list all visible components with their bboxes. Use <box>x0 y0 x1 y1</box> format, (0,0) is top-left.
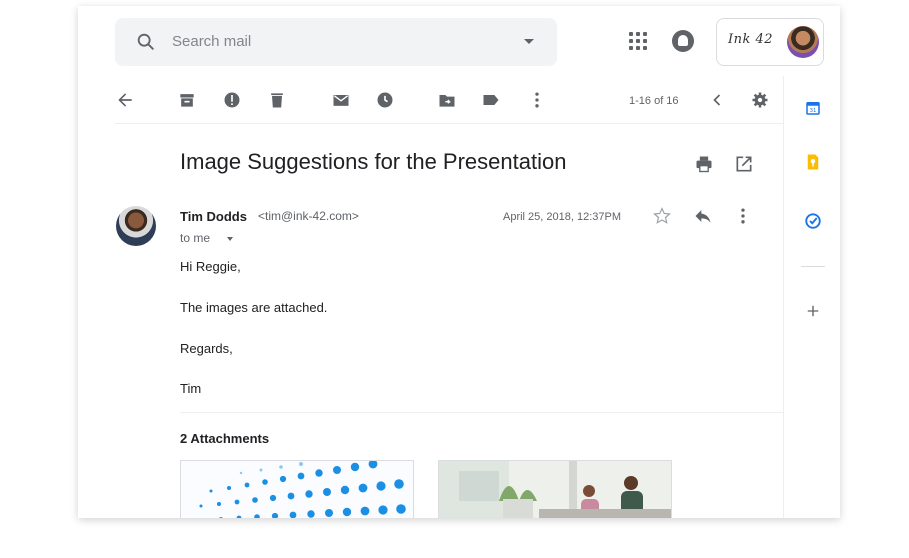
search-bar[interactable]: Search mail <box>115 18 557 66</box>
message-toolbar: 1-16 of 16 <box>115 76 783 124</box>
keep-icon[interactable] <box>804 153 822 171</box>
tasks-icon[interactable] <box>804 212 822 230</box>
user-avatar[interactable] <box>787 26 819 58</box>
email-subject: Image Suggestions for the Presentation <box>180 149 567 174</box>
arrow-back-icon[interactable] <box>115 90 135 110</box>
email-date: April 25, 2018, 12:37PM <box>503 211 622 223</box>
side-panel: 31 <box>783 76 840 518</box>
more-vert-icon[interactable] <box>527 90 547 110</box>
chevron-left-icon[interactable] <box>707 90 727 110</box>
calendar-icon[interactable]: 31 <box>804 99 822 117</box>
account-switcher[interactable]: Ink 42 <box>716 18 824 66</box>
pagination-count: 1-16 of 16 <box>629 95 679 107</box>
print-icon[interactable] <box>694 154 714 174</box>
add-icon[interactable] <box>804 302 822 320</box>
chevron-down-icon[interactable] <box>227 237 233 241</box>
search-options-icon[interactable] <box>524 39 534 44</box>
attachment-preview-image <box>199 461 406 518</box>
delete-icon[interactable] <box>267 90 287 110</box>
archive-icon[interactable] <box>177 90 197 110</box>
attachment-thumbnail[interactable] <box>180 460 414 518</box>
mark-unread-icon[interactable] <box>331 90 351 110</box>
attachment-preview-image <box>439 461 671 518</box>
email-body-line: The images are attached. <box>180 300 328 315</box>
side-panel-divider <box>801 266 825 267</box>
email-body-line: Hi Reggie, <box>180 259 241 274</box>
sender-name[interactable]: Tim Dodds <box>180 209 247 224</box>
brand-logo: Ink 42 <box>728 32 774 47</box>
snooze-icon[interactable] <box>375 90 395 110</box>
attachments-divider <box>180 412 783 413</box>
gmail-window: Search mail Ink 42 1-16 of 16 31 Image S… <box>78 6 840 518</box>
apps-grid-icon[interactable] <box>629 32 647 50</box>
svg-text:31: 31 <box>810 108 817 114</box>
label-icon[interactable] <box>481 90 501 110</box>
sender-email: <tim@ink-42.com> <box>258 209 359 223</box>
search-input[interactable]: Search mail <box>172 33 251 50</box>
recipient-label: to me <box>180 231 211 245</box>
more-vert-icon[interactable] <box>733 206 753 226</box>
attachments-title: 2 Attachments <box>180 431 270 446</box>
report-spam-icon[interactable] <box>222 90 242 110</box>
star-icon[interactable] <box>652 206 672 226</box>
email-body-line: Regards, <box>180 341 233 356</box>
open-in-new-window-icon[interactable] <box>734 154 754 174</box>
attachment-thumbnail[interactable] <box>438 460 672 518</box>
notifications-icon[interactable] <box>672 30 694 52</box>
move-to-icon[interactable] <box>437 90 457 110</box>
settings-icon[interactable] <box>750 90 770 110</box>
search-icon[interactable] <box>135 31 157 53</box>
reply-icon[interactable] <box>693 206 713 226</box>
email-body-line: Tim <box>180 381 202 396</box>
sender-avatar[interactable] <box>116 206 156 246</box>
